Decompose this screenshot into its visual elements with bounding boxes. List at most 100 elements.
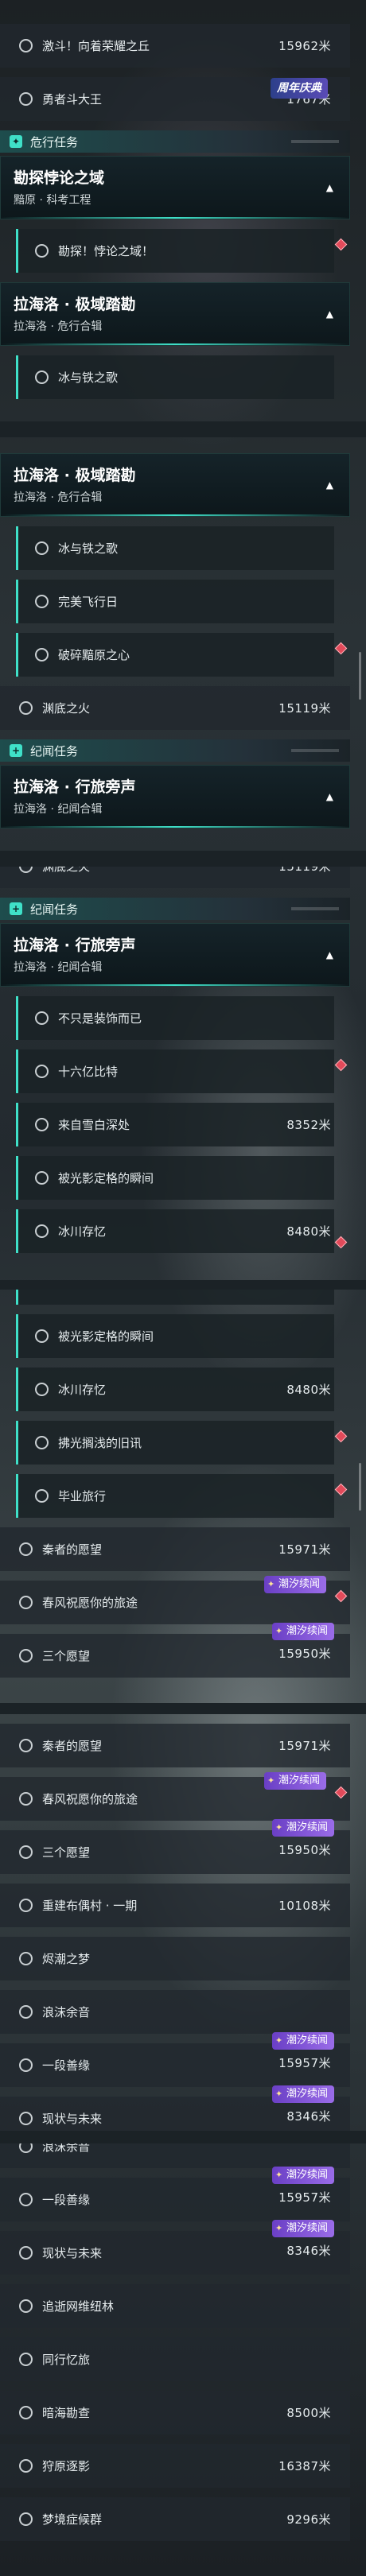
subquest-row[interactable]: 完美飞行日 — [16, 580, 334, 623]
radio-circle-icon[interactable] — [19, 2299, 33, 2313]
quest-row[interactable]: 三个愿望 潮汐续闻 15950米 — [0, 1819, 350, 1874]
quest-row[interactable]: 现状与未来 潮汐续闻 8346米 — [0, 2220, 350, 2275]
radio-circle-icon[interactable] — [19, 2058, 33, 2072]
quest-distance: 15957米 — [278, 2190, 331, 2205]
quest-row[interactable]: 狩原逐影 16387米 — [0, 2444, 350, 2488]
scrollbar[interactable] — [359, 652, 361, 700]
quest-row[interactable]: 渊底之火 15119米 — [0, 686, 350, 730]
radio-circle-icon[interactable] — [35, 1118, 49, 1131]
subquest-row[interactable]: 被光影定格的瞬间 — [16, 1156, 334, 1200]
quest-row[interactable]: 重建布偶村 · 一期 10108米 — [0, 1884, 350, 1927]
quest-row[interactable]: 暗海勘查 8500米 — [0, 2391, 350, 2434]
subquest-row[interactable]: 来自雪白深处 8352米 — [16, 1290, 334, 1305]
chevron-up-icon[interactable]: ▲ — [326, 949, 333, 960]
radio-circle-icon[interactable] — [19, 1899, 33, 1912]
radio-circle-icon[interactable] — [35, 1224, 49, 1238]
chevron-up-icon[interactable]: ▲ — [326, 308, 333, 320]
quest-row[interactable]: 同行忆旅 — [0, 2337, 350, 2381]
quest-row[interactable]: 一段善缘 潮汐续闻 15957米 — [0, 2167, 350, 2221]
radio-circle-icon[interactable] — [19, 1952, 33, 1965]
radio-circle-icon[interactable] — [35, 648, 49, 661]
radio-circle-icon[interactable] — [19, 2143, 33, 2153]
radio-circle-icon[interactable] — [19, 1596, 33, 1609]
radio-circle-icon[interactable] — [19, 1845, 33, 1859]
radio-circle-icon[interactable] — [35, 1329, 49, 1343]
radio-circle-icon[interactable] — [19, 92, 33, 106]
quest-row[interactable]: 三个愿望 潮汐续闻 15950米 — [0, 1623, 350, 1678]
chevron-up-icon[interactable]: ▲ — [326, 791, 333, 802]
quest-row[interactable]: 追逝网维纽林 — [0, 2284, 350, 2328]
subquest-row[interactable]: 不只是装饰而已 — [16, 996, 334, 1040]
subquest-row[interactable]: 冰与铁之歌 — [16, 526, 334, 570]
subquest-row[interactable]: 十六亿比特 — [16, 1049, 348, 1093]
quest-row[interactable]: 秦者的愿望 15971米 — [0, 1527, 350, 1571]
radio-circle-icon[interactable] — [19, 2353, 33, 2366]
subquest-row[interactable]: 冰与铁之歌 — [16, 355, 334, 399]
radio-circle-icon[interactable] — [19, 1649, 33, 1662]
quest-group-header[interactable]: 拉海洛 · 极域踏勘 拉海洛 · 危行合辑 ▲ — [0, 282, 350, 346]
quest-row[interactable]: 烬潮之梦 — [0, 1937, 350, 1980]
radio-circle-icon[interactable] — [35, 1383, 49, 1396]
radio-circle-icon[interactable] — [35, 244, 49, 258]
quest-label: 被光影定格的瞬间 — [58, 1329, 154, 1344]
chevron-up-icon[interactable]: ▲ — [326, 479, 333, 491]
subquest-row[interactable]: 破碎黯原之心 — [16, 633, 348, 677]
section-header-legend[interactable]: + 纪闻任务 — [0, 739, 350, 762]
quest-row[interactable]: 浪沫余音 — [0, 2143, 350, 2168]
quest-distance: 15957米 — [278, 2056, 331, 2070]
quest-row[interactable]: 渊底之火 15119米 — [0, 867, 350, 888]
radio-circle-icon[interactable] — [35, 370, 49, 384]
radio-circle-icon[interactable] — [19, 1792, 33, 1806]
section-header-legend[interactable]: + 纪闻任务 — [0, 898, 350, 920]
quest-row[interactable]: 浪沫余音 — [0, 1990, 350, 2034]
radio-circle-icon[interactable] — [35, 1011, 49, 1025]
radio-circle-icon[interactable] — [19, 2406, 33, 2419]
radio-circle-icon[interactable] — [35, 541, 49, 555]
quest-row[interactable]: 梦境症候群 9296米 — [0, 2497, 350, 2541]
subquest-row[interactable]: 拂光搁浅的旧讯 — [16, 1421, 348, 1465]
panel-divider — [0, 421, 366, 437]
radio-circle-icon[interactable] — [35, 1065, 49, 1078]
radio-circle-icon[interactable] — [19, 1739, 33, 1752]
section-decoration — [291, 140, 339, 143]
quest-row[interactable]: 春风祝愿你的旅途 潮汐续闻 — [0, 1576, 350, 1624]
section-header-danger[interactable]: ✦ 危行任务 — [0, 130, 350, 153]
subquest-row[interactable]: 被光影定格的瞬间 — [16, 1314, 334, 1358]
subquest-row[interactable]: 冰川存忆 8480米 — [16, 1368, 334, 1411]
quest-label: 暗海勘查 — [42, 2406, 91, 2420]
quest-row[interactable]: 现状与未来 潮汐续闻 8346米 — [0, 2085, 350, 2131]
subquest-row[interactable]: 毕业旅行 — [16, 1474, 348, 1518]
tide-badge: 潮汐续闻 — [271, 2085, 334, 2103]
quest-row[interactable]: 一段善缘 潮汐续闻 15957米 — [0, 2032, 350, 2087]
radio-circle-icon[interactable] — [19, 2112, 33, 2125]
radio-circle-icon[interactable] — [35, 1436, 49, 1449]
scrollbar[interactable] — [359, 1463, 361, 1511]
radio-circle-icon[interactable] — [19, 2246, 33, 2260]
quest-label: 毕业旅行 — [58, 1489, 107, 1503]
radio-circle-icon[interactable] — [19, 2005, 33, 2019]
radio-circle-icon[interactable] — [19, 2193, 33, 2206]
radio-circle-icon[interactable] — [19, 1542, 33, 1556]
quest-label: 同行忆旅 — [42, 2353, 91, 2367]
radio-circle-icon[interactable] — [35, 1171, 49, 1185]
quest-group-header[interactable]: 拉海洛 · 极域踏勘 拉海洛 · 危行合辑 ▲ — [0, 453, 350, 517]
quest-row[interactable]: 秦者的愿望 15971米 — [0, 1724, 350, 1767]
quest-label: 现状与未来 — [42, 2246, 103, 2260]
radio-circle-icon[interactable] — [19, 867, 33, 873]
diamond-icon — [334, 1058, 348, 1072]
radio-circle-icon[interactable] — [35, 595, 49, 608]
radio-circle-icon[interactable] — [19, 701, 33, 715]
subquest-row[interactable]: 冰川存忆 8480米 — [16, 1209, 348, 1253]
quest-group-header[interactable]: 勘探悖论之域 黯原 · 科考工程 ▲ — [0, 156, 350, 219]
quest-group-header[interactable]: 拉海洛 · 行旅旁声 拉海洛 · 纪闻合辑 ▲ — [0, 765, 350, 828]
radio-circle-icon[interactable] — [19, 39, 33, 52]
quest-row[interactable]: 激斗！向着荣耀之丘 15962米 — [0, 24, 350, 68]
quest-row[interactable]: 春风祝愿你的旅途 潮汐续闻 — [0, 1772, 350, 1821]
radio-circle-icon[interactable] — [19, 2459, 33, 2473]
quest-group-header[interactable]: 拉海洛 · 行旅旁声 拉海洛 · 纪闻合辑 ▲ — [0, 923, 350, 987]
radio-circle-icon[interactable] — [35, 1489, 49, 1503]
subquest-row[interactable]: 来自雪白深处 8352米 — [16, 1103, 334, 1146]
radio-circle-icon[interactable] — [19, 2512, 33, 2526]
subquest-row[interactable]: 勘探！悖论之域！ — [16, 229, 348, 273]
chevron-up-icon[interactable]: ▲ — [326, 182, 333, 193]
